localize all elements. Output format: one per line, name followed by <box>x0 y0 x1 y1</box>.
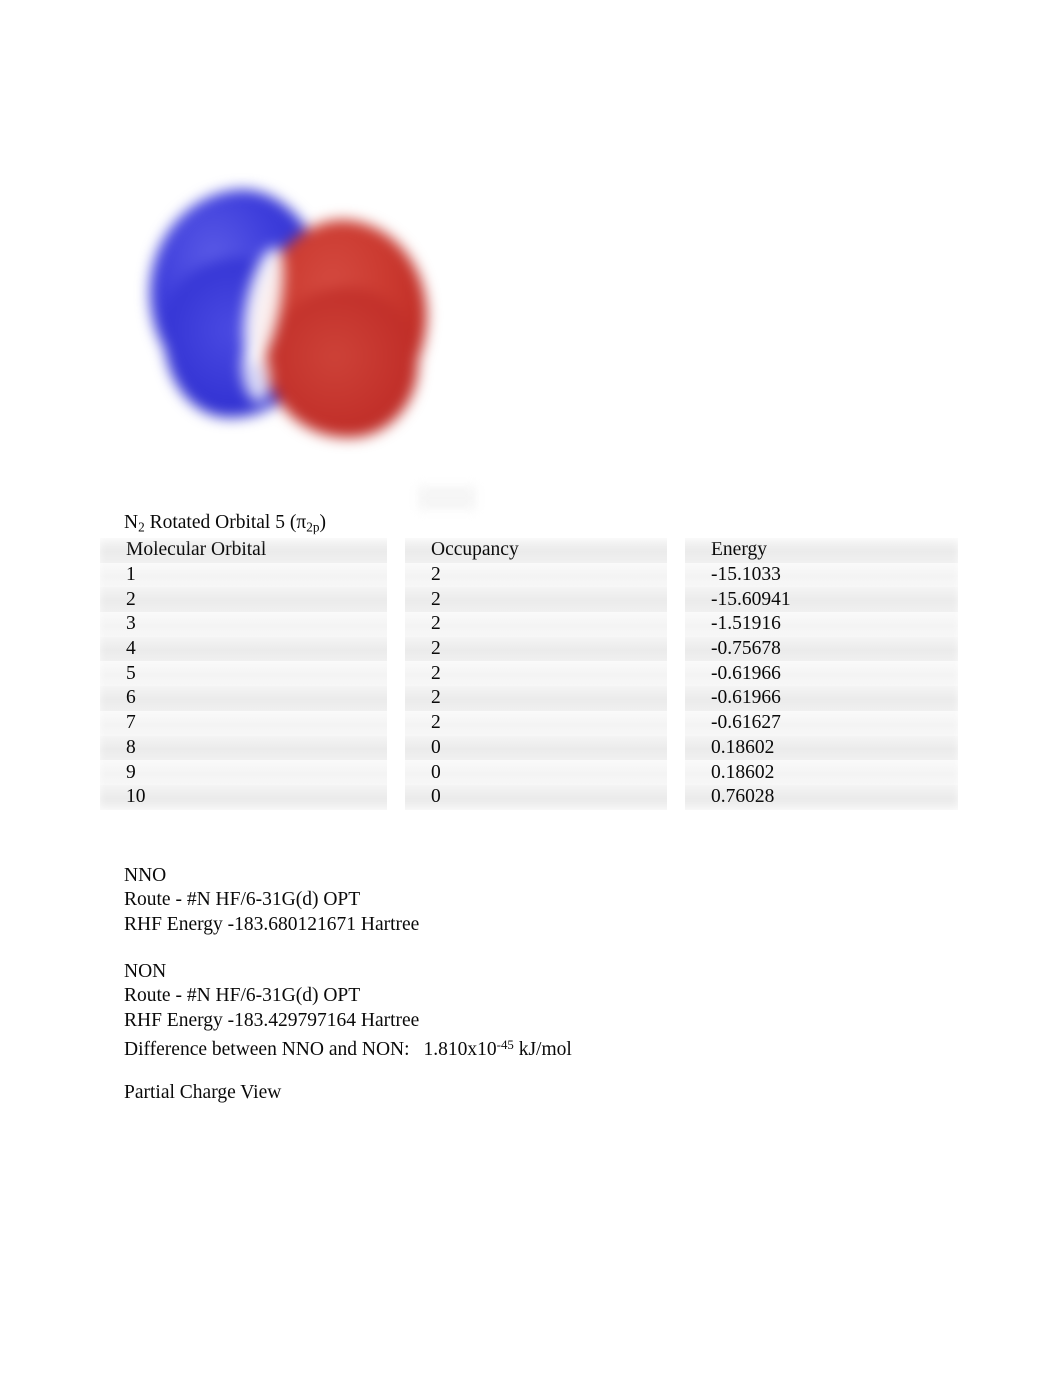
cell-energy: 0.76028 <box>685 784 958 810</box>
caption-orbital-subscript: 2p <box>306 519 320 535</box>
cell-gap <box>387 661 405 687</box>
nno-title: NNO <box>124 865 167 886</box>
cell-energy: 0.18602 <box>685 735 958 761</box>
difference-label: Difference between NNO and NON: <box>124 1039 410 1060</box>
cell-orbital: 7 <box>100 710 387 736</box>
image-artifact <box>418 486 476 510</box>
caption-molecule-subscript: 2 <box>138 519 145 535</box>
partial-charge-heading: Partial Charge View <box>124 1082 282 1103</box>
cell-occupancy: 2 <box>405 686 667 711</box>
caption-pi-symbol: π <box>296 512 307 533</box>
cell-energy: 0.18602 <box>685 760 958 785</box>
figure-caption: N2 Rotated Orbital 5 (π2p) <box>124 513 326 534</box>
table-header-row: Molecular Orbital Occupancy Energy <box>100 538 958 563</box>
nno-section: NNO Route - #N HF/6-31G(d) OPT RHF Energ… <box>124 864 419 937</box>
column-header-molecular-orbital: Molecular Orbital <box>100 538 387 563</box>
table-body: 1 2 -15.1033 2 2 -15.60941 3 2 -1.51916 <box>100 562 958 810</box>
cell-occupancy: 0 <box>405 760 667 785</box>
table-row: 7 2 -0.61627 <box>100 710 958 736</box>
table-row: 2 2 -15.60941 <box>100 587 958 613</box>
energy-difference-line: Difference between NNO and NON: 1.810x10-… <box>124 1033 572 1062</box>
caption-closing-paren: ) <box>319 512 326 533</box>
cell-energy: -15.60941 <box>685 587 958 613</box>
cell-orbital: 2 <box>100 587 387 613</box>
molecular-orbital-figure <box>128 168 476 510</box>
cell-energy: -1.51916 <box>685 612 958 637</box>
cell-energy: -0.75678 <box>685 636 958 662</box>
table-row: 4 2 -0.75678 <box>100 636 958 662</box>
table-row: 1 2 -15.1033 <box>100 562 958 588</box>
cell-orbital: 5 <box>100 661 387 687</box>
cell-gap <box>387 587 405 613</box>
cell-occupancy: 2 <box>405 661 667 687</box>
cell-energy: -0.61627 <box>685 710 958 736</box>
orbital-isosurface-canvas <box>128 168 458 478</box>
cell-occupancy: 2 <box>405 636 667 662</box>
non-route: Route - #N HF/6-31G(d) OPT <box>124 985 361 1007</box>
cell-occupancy: 0 <box>405 735 667 761</box>
cell-orbital: 1 <box>100 562 387 588</box>
cell-gap <box>667 661 685 687</box>
molecular-orbital-table-container: Molecular Orbital Occupancy Energy 1 2 -… <box>100 538 958 810</box>
table-row: 6 2 -0.61966 <box>100 686 958 711</box>
difference-exponent: -45 <box>496 1038 514 1053</box>
cell-orbital: 9 <box>100 760 387 785</box>
cell-orbital: 6 <box>100 686 387 711</box>
table-row: 8 0 0.18602 <box>100 735 958 761</box>
cell-orbital: 8 <box>100 735 387 761</box>
cell-energy: -0.61966 <box>685 686 958 711</box>
table-row: 3 2 -1.51916 <box>100 612 958 637</box>
table-row: 9 0 0.18602 <box>100 760 958 785</box>
table-row: 10 0 0.76028 <box>100 784 958 810</box>
partial-charge-section: Partial Charge View <box>124 1081 281 1105</box>
cell-energy: -15.1033 <box>685 562 958 588</box>
cell-gap <box>667 612 685 637</box>
cell-gap <box>387 760 405 785</box>
cell-gap <box>387 784 405 810</box>
molecular-orbital-table: Molecular Orbital Occupancy Energy 1 2 -… <box>100 538 958 810</box>
cell-gap <box>667 636 685 662</box>
non-energy: RHF Energy -183.429797164 Hartree <box>124 1009 420 1031</box>
cell-gap <box>387 612 405 637</box>
difference-unit: kJ/mol <box>513 1039 572 1060</box>
cell-gap <box>667 735 685 761</box>
cell-occupancy: 2 <box>405 587 667 613</box>
cell-occupancy: 2 <box>405 710 667 736</box>
cell-gap <box>667 562 685 588</box>
cell-gap <box>667 710 685 736</box>
cell-orbital: 3 <box>100 612 387 637</box>
cell-gap <box>667 587 685 613</box>
cell-gap <box>667 784 685 810</box>
cell-orbital: 10 <box>100 784 387 810</box>
non-title: NON <box>124 961 167 982</box>
non-section: NON Route - #N HF/6-31G(d) OPT RHF Energ… <box>124 960 572 1062</box>
difference-value: 1.810x10 <box>423 1039 497 1060</box>
cell-gap <box>667 760 685 785</box>
cell-gap <box>387 562 405 588</box>
nno-energy: RHF Energy -183.680121671 Hartree <box>124 913 420 935</box>
table-row: 5 2 -0.61966 <box>100 661 958 687</box>
nno-route: Route - #N HF/6-31G(d) OPT <box>124 889 361 911</box>
cell-gap <box>387 636 405 662</box>
caption-element-symbol: N <box>124 512 139 533</box>
cell-gap <box>387 710 405 736</box>
cell-occupancy: 2 <box>405 612 667 637</box>
column-gap-1 <box>387 538 405 563</box>
cell-energy: -0.61966 <box>685 661 958 687</box>
cell-gap <box>387 735 405 761</box>
caption-middle-text: Rotated Orbital 5 ( <box>144 512 297 533</box>
column-header-occupancy: Occupancy <box>405 538 667 563</box>
cell-occupancy: 2 <box>405 562 667 588</box>
cell-gap <box>387 686 405 711</box>
cell-orbital: 4 <box>100 636 387 662</box>
column-gap-2 <box>667 538 685 563</box>
column-header-energy: Energy <box>685 538 958 563</box>
cell-gap <box>667 686 685 711</box>
cell-occupancy: 0 <box>405 784 667 810</box>
